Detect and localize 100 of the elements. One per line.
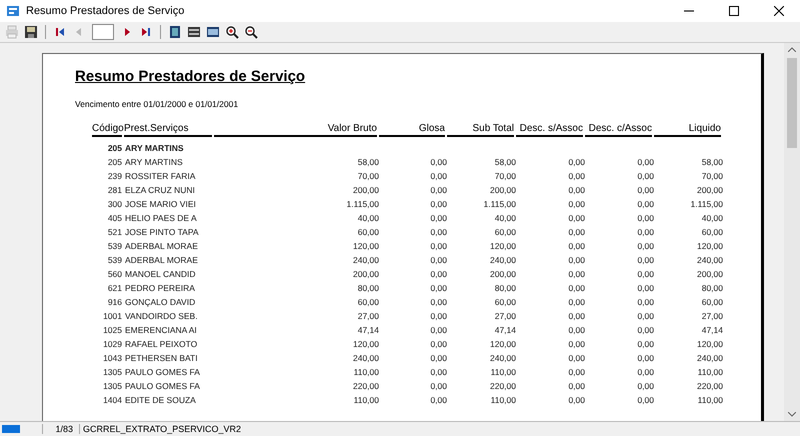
table-cell-text: 0,00 (567, 212, 585, 225)
table-cell-text: 0,00 (429, 226, 447, 239)
table-cell-text: 1305 (102, 380, 123, 393)
vertical-scrollbar[interactable] (784, 43, 800, 421)
floppy-disk-icon[interactable] (22, 23, 40, 41)
table-cell-text: 0,00 (429, 184, 447, 197)
table-cell-text: 0,00 (636, 184, 654, 197)
table-cell-text: 0,00 (636, 198, 654, 211)
table-cell-text: 70,00 (494, 170, 516, 183)
table-cell-text: 0,00 (567, 240, 585, 253)
table-cell-text: 0,00 (636, 296, 654, 309)
table-cell-text: 621 (106, 282, 123, 295)
maximize-icon[interactable] (729, 6, 739, 16)
table-cell-text: 60,00 (700, 226, 723, 239)
table-cell-text: 205 (106, 156, 123, 169)
table-cell-text: 0,00 (636, 282, 654, 295)
table-cell-text: 0,00 (636, 254, 654, 267)
table-cell-text: 0,00 (567, 254, 585, 267)
table-cell-text: 239 (106, 170, 123, 183)
table-cell-text: 300 (106, 198, 123, 211)
table-cell-text: 0,00 (429, 282, 447, 295)
table-cell-text: 0,00 (567, 184, 585, 197)
table-cell-text: 0,00 (567, 268, 585, 281)
table-cell-text: PETHERSEN BATI (124, 352, 199, 365)
table-cell-text: 70,00 (700, 170, 723, 183)
table-cell-text: 0,00 (429, 170, 447, 183)
table-cell-text: 0,00 (429, 310, 447, 323)
table-cell-text: HELIO PAES DE A (124, 212, 198, 225)
table-cell-text: 200,00 (352, 184, 379, 197)
table-cell-text: 0,00 (429, 296, 447, 309)
table-cell-text: 539 (106, 240, 123, 253)
table-cell-text: 405 (106, 212, 123, 225)
table-cell-text: 0,00 (567, 324, 585, 337)
table-cell-text: 0,00 (429, 338, 447, 351)
table-cell-text: 0,00 (636, 170, 654, 183)
table-cell-text: 110,00 (490, 366, 516, 379)
table-cell-text: 1043 (102, 352, 123, 365)
table-cell-text: 0,00 (636, 226, 654, 239)
scroll-up-icon[interactable] (788, 47, 796, 52)
column-header: Desc. c/Assoc (585, 123, 652, 137)
table-cell-text: JOSE MARIO VIEI (124, 198, 197, 211)
table-cell-text: 0,00 (636, 310, 654, 323)
table-cell-text: 200,00 (696, 268, 723, 281)
table-cell-text: 1.115,00 (482, 198, 516, 211)
table-cell-text: 80,00 (356, 282, 379, 295)
table-cell-text: 200,00 (352, 268, 379, 281)
table-cell-text: EMERENCIANA AI (124, 324, 198, 337)
page-count: 1/83 (42, 424, 80, 434)
table-cell-text: 200,00 (489, 268, 516, 281)
table-cell-text: 60,00 (494, 226, 516, 239)
table-cell-text: RAFAEL PEIXOTO (124, 338, 198, 351)
table-cell-text: 0,00 (636, 268, 654, 281)
table-cell-text: 60,00 (700, 296, 723, 309)
table-cell-text: 27,00 (356, 310, 379, 323)
table-cell-text: PAULO GOMES FA (124, 366, 201, 379)
table-cell-text: 1.115,00 (346, 198, 379, 211)
table-cell-text: 0,00 (636, 240, 654, 253)
table-cell-text: 0,00 (567, 156, 585, 169)
table-cell-text: 120,00 (489, 240, 516, 253)
table-cell-text: 110,00 (696, 394, 723, 407)
window-title: Resumo Prestadores de Serviço (26, 5, 186, 17)
table-cell-text: 0,00 (567, 282, 585, 295)
table-cell-text: 220,00 (352, 380, 379, 393)
table-cell-text: 60,00 (356, 226, 379, 239)
scroll-down-icon[interactable] (788, 412, 796, 417)
table-cell-text: 120,00 (352, 240, 379, 253)
table-cell-text: 0,00 (636, 212, 654, 225)
table-cell-text: 0,00 (429, 212, 447, 225)
table-cell-text: 40,00 (700, 212, 723, 225)
column-header: Desc. s/Assoc (516, 123, 583, 137)
progress-indicator (2, 425, 20, 433)
table-cell-text: 539 (106, 254, 123, 267)
table-cell-text: 240,00 (352, 352, 379, 365)
table-cell-text: 220,00 (489, 380, 516, 393)
column-header: Prest.Serviços (124, 123, 212, 137)
table-cell-text: 0,00 (429, 268, 447, 281)
table-cell-text: 40,00 (494, 212, 516, 225)
table-cell-text: 110,00 (490, 394, 516, 407)
table-cell-text: 0,00 (636, 366, 654, 379)
table-cell-text: 0,00 (429, 324, 447, 337)
group-name: ARY MARTINS (124, 142, 185, 155)
table-cell-text: 521 (106, 226, 123, 239)
table-cell-text: 0,00 (429, 156, 447, 169)
table-cell-text: JOSE PINTO TAPA (124, 226, 200, 239)
table-cell-text: 0,00 (429, 352, 447, 365)
page-number-field[interactable] (92, 24, 114, 40)
report-subtitle: Vencimento entre 01/01/2000 e 01/01/2001 (75, 99, 240, 109)
table-cell-text: 1029 (102, 338, 123, 351)
close-icon[interactable] (774, 6, 784, 16)
table-cell-text: 0,00 (567, 296, 585, 309)
table-cell-text: PAULO GOMES FA (124, 380, 201, 393)
column-header: Sub Total (447, 123, 514, 137)
table-cell-text: 60,00 (356, 296, 379, 309)
table-cell-text: 0,00 (636, 352, 654, 365)
scrollbar-thumb[interactable] (787, 58, 797, 148)
table-cell-text: 240,00 (489, 352, 516, 365)
table-cell-text: 281 (106, 184, 123, 197)
column-header: Glosa (379, 123, 445, 137)
table-cell-text: 0,00 (567, 170, 585, 183)
table-cell-text: 0,00 (429, 380, 447, 393)
